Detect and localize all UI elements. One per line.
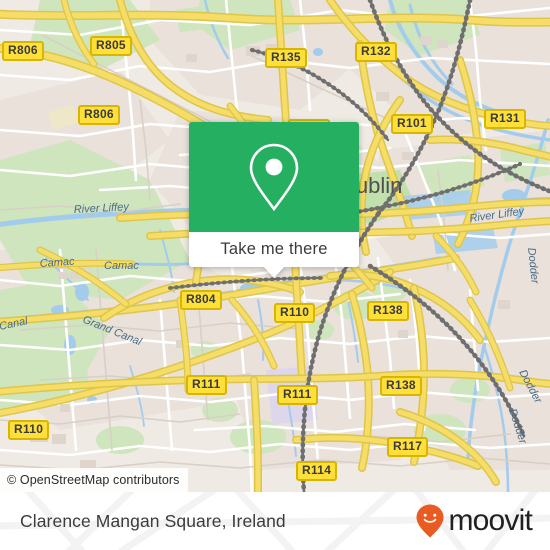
map-pin-icon <box>249 143 299 212</box>
callout-action-label: Take me there <box>220 240 328 258</box>
map-attribution: © OpenStreetMap contributors <box>0 468 188 492</box>
road-shield: R110 <box>274 303 316 323</box>
moovit-wordmark: moovit <box>448 504 532 537</box>
location-title-text: Clarence Mangan Square, Ireland <box>20 510 286 531</box>
road-shield: R138 <box>380 376 422 396</box>
callout-pointer-tail <box>264 267 284 278</box>
moovit-map-screenshot: .urban { fill:#e9e1da; } .park { fill:#c… <box>0 0 550 550</box>
moovit-logo[interactable]: moovit <box>415 492 533 550</box>
location-callout-card[interactable]: Take me there <box>189 122 359 278</box>
road-shield: R806 <box>2 41 44 61</box>
road-shield: R101 <box>391 114 433 134</box>
footer-bar: Clarence Mangan Square, Ireland moovit <box>0 492 550 550</box>
moovit-pin-icon <box>416 504 444 538</box>
callout-action-panel[interactable]: Take me there <box>189 232 359 278</box>
road-shield: R804 <box>180 290 222 310</box>
road-shield: R131 <box>484 109 526 129</box>
road-shield: R805 <box>90 36 132 56</box>
svg-text:Camac: Camac <box>39 256 75 270</box>
road-shield: R111 <box>186 375 227 395</box>
road-shield: R806 <box>78 105 120 125</box>
callout-icon-panel <box>189 122 359 232</box>
road-shield: R132 <box>355 42 397 62</box>
attribution-text: © OpenStreetMap contributors <box>7 473 180 487</box>
location-title: Clarence Mangan Square, Ireland <box>20 492 286 550</box>
road-shield: R111 <box>277 385 318 405</box>
road-shield: R117 <box>387 437 429 457</box>
road-shield: R138 <box>367 301 409 321</box>
svg-text:Camac: Camac <box>104 260 139 272</box>
road-shield: R135 <box>265 48 307 68</box>
road-shield: R114 <box>296 461 338 481</box>
road-shield: R110 <box>8 420 50 440</box>
